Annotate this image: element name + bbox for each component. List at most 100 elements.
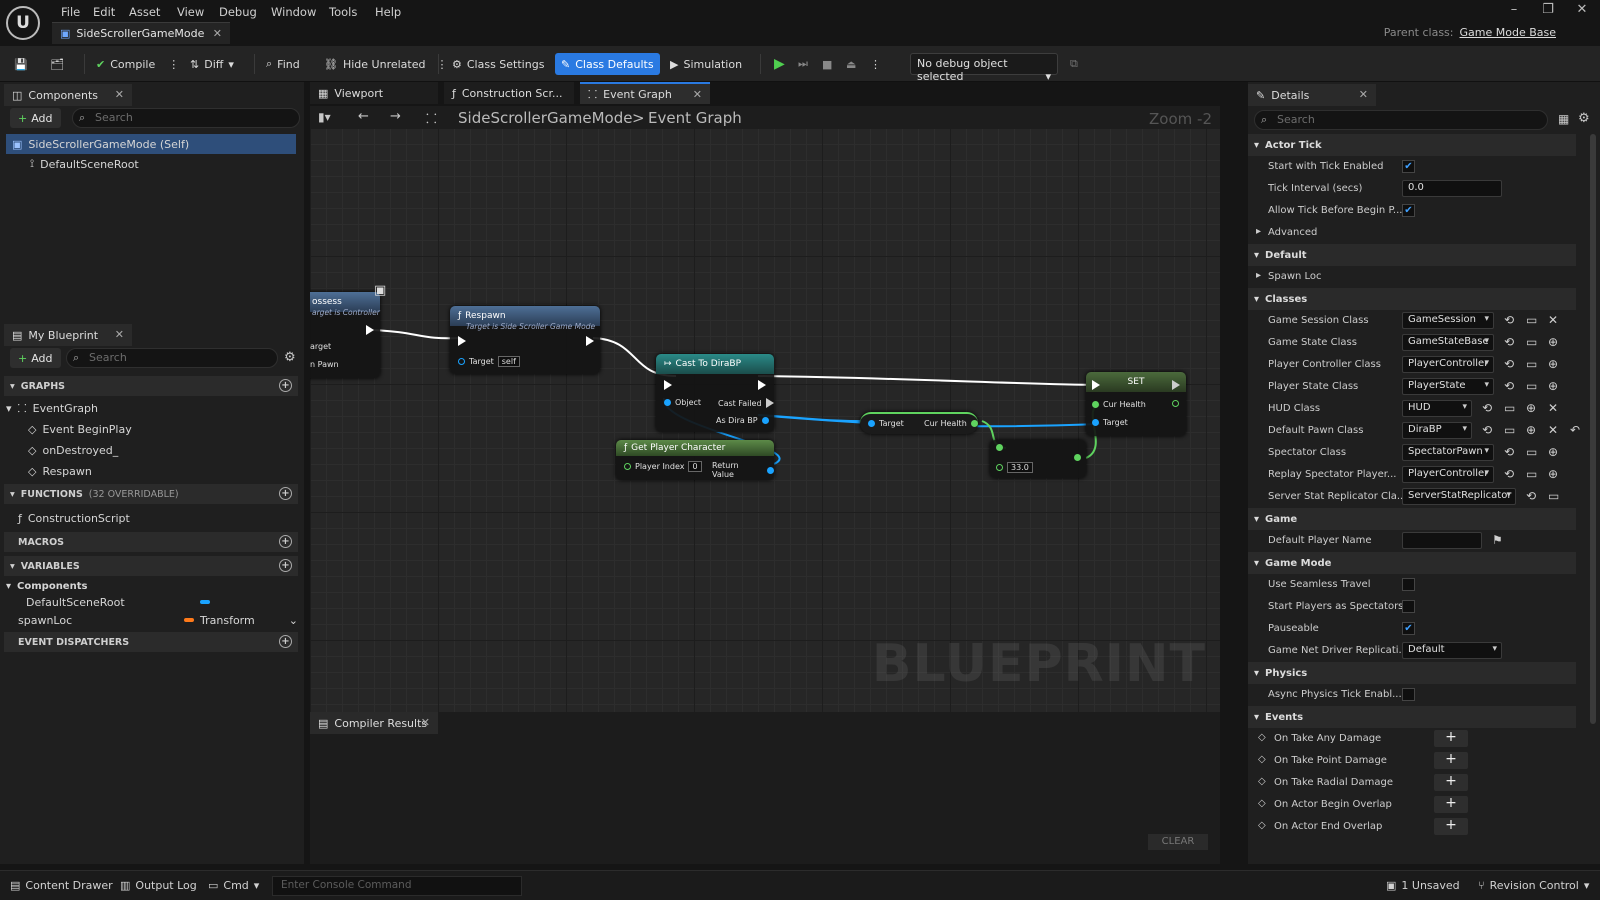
pin-result[interactable] (1074, 454, 1081, 461)
tab-viewport[interactable]: ▦ Viewport (310, 82, 438, 104)
pin-b[interactable]: 33.0 (996, 462, 1033, 473)
document-tab[interactable]: ▣ SideScrollerGameMode ✕ (52, 22, 230, 44)
add-function-icon[interactable]: + (279, 487, 292, 500)
pin-target[interactable]: Target (868, 419, 904, 428)
close-icon[interactable]: ✕ (115, 88, 124, 101)
set-node[interactable]: SET Cur Health Target (1086, 372, 1186, 436)
pin-target[interactable]: Target (1092, 418, 1128, 427)
use-selected-icon[interactable]: ⟲ (1504, 335, 1514, 349)
close-icon[interactable]: ✕ (693, 88, 702, 101)
seamless-travel-checkbox[interactable] (1402, 578, 1415, 591)
add-member-button[interactable]: + Add (10, 348, 61, 368)
game-section[interactable]: ▾ Game (1248, 508, 1576, 530)
my-blueprint-search-input[interactable]: ⌕ Search (66, 348, 278, 368)
pin-object[interactable]: Object (664, 398, 701, 407)
simulation-button[interactable]: ▶ Simulation (664, 53, 748, 75)
class-select[interactable]: HUD ▾ (1402, 400, 1472, 417)
menu-edit[interactable]: Edit (88, 2, 120, 22)
start-tick-checkbox[interactable]: ✔ (1402, 160, 1415, 173)
add-component-button[interactable]: + Add (10, 108, 61, 128)
close-icon[interactable]: ✕ (421, 716, 430, 729)
pin-value[interactable]: 0 (688, 461, 702, 472)
variables-section-header[interactable]: ▾ VARIABLES + (4, 556, 298, 576)
function-item[interactable]: ƒ ConstructionScript (18, 508, 298, 528)
use-selected-icon[interactable]: ⟲ (1504, 313, 1514, 327)
menu-file[interactable]: File (56, 2, 85, 22)
compiler-results-tab[interactable]: ▤ Compiler Results ✕ (310, 712, 438, 734)
use-selected-icon[interactable]: ⟲ (1504, 379, 1514, 393)
async-tick-checkbox[interactable] (1402, 688, 1415, 701)
browse-icon[interactable]: 🗂 (44, 53, 70, 75)
tick-interval-input[interactable]: 0.0 (1402, 180, 1502, 197)
pin-as-dira-bp[interactable]: As Dira BP (716, 416, 769, 425)
add-graph-icon[interactable]: + (279, 379, 292, 392)
more-icon[interactable]: ⋮ (864, 53, 887, 75)
gear-icon[interactable]: ⚙ (284, 350, 296, 365)
event-item[interactable]: ◇ Event BeginPlay (28, 419, 298, 439)
class-select[interactable]: GameSession ▾ (1402, 312, 1494, 329)
dispatchers-section-header[interactable]: EVENT DISPATCHERS + (4, 632, 298, 652)
variable-item[interactable]: DefaultSceneRoot (26, 592, 298, 612)
unreal-engine-logo[interactable]: U (6, 6, 40, 40)
use-selected-icon[interactable]: ⟲ (1482, 401, 1492, 415)
exec-out-pin[interactable] (1172, 380, 1180, 390)
browse-folder-icon[interactable]: ▭ (1526, 467, 1537, 481)
property-matrix-icon[interactable]: ▦ (1558, 112, 1569, 126)
menu-asset[interactable]: Asset (124, 2, 165, 22)
net-driver-select[interactable]: Default ▾ (1402, 642, 1502, 659)
add-variable-icon[interactable]: + (279, 559, 292, 572)
clear-icon[interactable]: ✕ (1548, 313, 1558, 327)
diff-button[interactable]: ⇅ Diff ▾ (184, 53, 240, 75)
menu-debug[interactable]: Debug (214, 2, 262, 22)
hide-unrelated-button[interactable]: ⛓ Hide Unrelated ⋮ (318, 53, 453, 75)
advanced-row[interactable]: ▸ Advanced (1256, 222, 1580, 244)
reset-to-default-icon[interactable]: ↶ (1570, 423, 1580, 437)
variable-item[interactable]: spawnLoc Transform ⌄ (18, 610, 298, 630)
exec-out-pin[interactable] (586, 336, 594, 346)
classes-section[interactable]: ▾ Classes (1248, 288, 1576, 310)
menu-window[interactable]: Window (266, 2, 321, 22)
respawn-node[interactable]: ƒ Respawn Target is Side Scroller Game Mo… (450, 306, 600, 374)
add-event-button[interactable]: + (1434, 818, 1468, 835)
play-icon[interactable]: ▶ (768, 53, 791, 75)
pauseable-checkbox[interactable]: ✔ (1402, 622, 1415, 635)
gear-icon[interactable]: ⚙ (1578, 111, 1590, 126)
pin-target[interactable]: arget (310, 342, 331, 351)
comment-bubble-icon[interactable]: ▣ (374, 283, 386, 298)
get-player-character-node[interactable]: ƒ Get Player Character Player Index 0 Retu… (616, 440, 774, 480)
actor-tick-section[interactable]: ▾ Actor Tick (1248, 134, 1576, 156)
possess-node[interactable]: ossess arget is Controller arget n Pawn (310, 292, 380, 378)
add-new-icon[interactable]: ⊕ (1548, 445, 1558, 459)
pin-cur-health[interactable]: Cur Health (924, 419, 978, 428)
class-select[interactable]: GameStateBase ▾ (1402, 334, 1494, 351)
browse-folder-icon[interactable]: ▭ (1504, 423, 1515, 437)
spectators-checkbox[interactable] (1402, 600, 1415, 613)
add-macro-icon[interactable]: + (279, 535, 292, 548)
tab-event-graph[interactable]: ⸬ Event Graph ✕ (580, 82, 710, 104)
default-player-name-input[interactable] (1402, 532, 1482, 549)
minimize-icon[interactable]: – (1502, 2, 1526, 17)
class-select[interactable]: SpectatorPawn ▾ (1402, 444, 1494, 461)
step-icon[interactable]: ⏭ (792, 53, 814, 75)
add-event-button[interactable]: + (1434, 752, 1468, 769)
compile-button[interactable]: ✔ Compile ⋮ (90, 53, 185, 75)
class-select[interactable]: PlayerController ▾ (1402, 356, 1494, 373)
event-graph-canvas[interactable]: ossess arget is Controller arget n Pawn … (310, 128, 1220, 712)
add-event-button[interactable]: + (1434, 774, 1468, 791)
exec-in-pin[interactable] (664, 380, 672, 390)
math-node[interactable]: 33.0 (990, 440, 1086, 478)
debug-object-select[interactable]: No debug object selected ▾ (910, 53, 1058, 83)
find-button[interactable]: ⌕ Find (260, 53, 306, 75)
pin-cur-health[interactable]: Cur Health (1092, 400, 1146, 409)
browse-folder-icon[interactable]: ▭ (1526, 357, 1537, 371)
flag-icon[interactable]: ⚑ (1492, 533, 1503, 547)
spawn-loc-row[interactable]: ▸ Spawn Loc (1256, 266, 1580, 288)
menu-tools[interactable]: Tools (324, 2, 362, 22)
pin-target[interactable]: Target self (458, 356, 520, 367)
restore-icon[interactable]: ❐ (1536, 2, 1560, 17)
class-select[interactable]: DiraBP ▾ (1402, 422, 1472, 439)
forward-arrow-icon[interactable]: → (390, 109, 401, 124)
close-window-icon[interactable]: ✕ (1570, 2, 1594, 17)
clear-button[interactable]: CLEAR (1148, 834, 1208, 850)
pin-return-value[interactable]: Return Value (712, 461, 774, 479)
